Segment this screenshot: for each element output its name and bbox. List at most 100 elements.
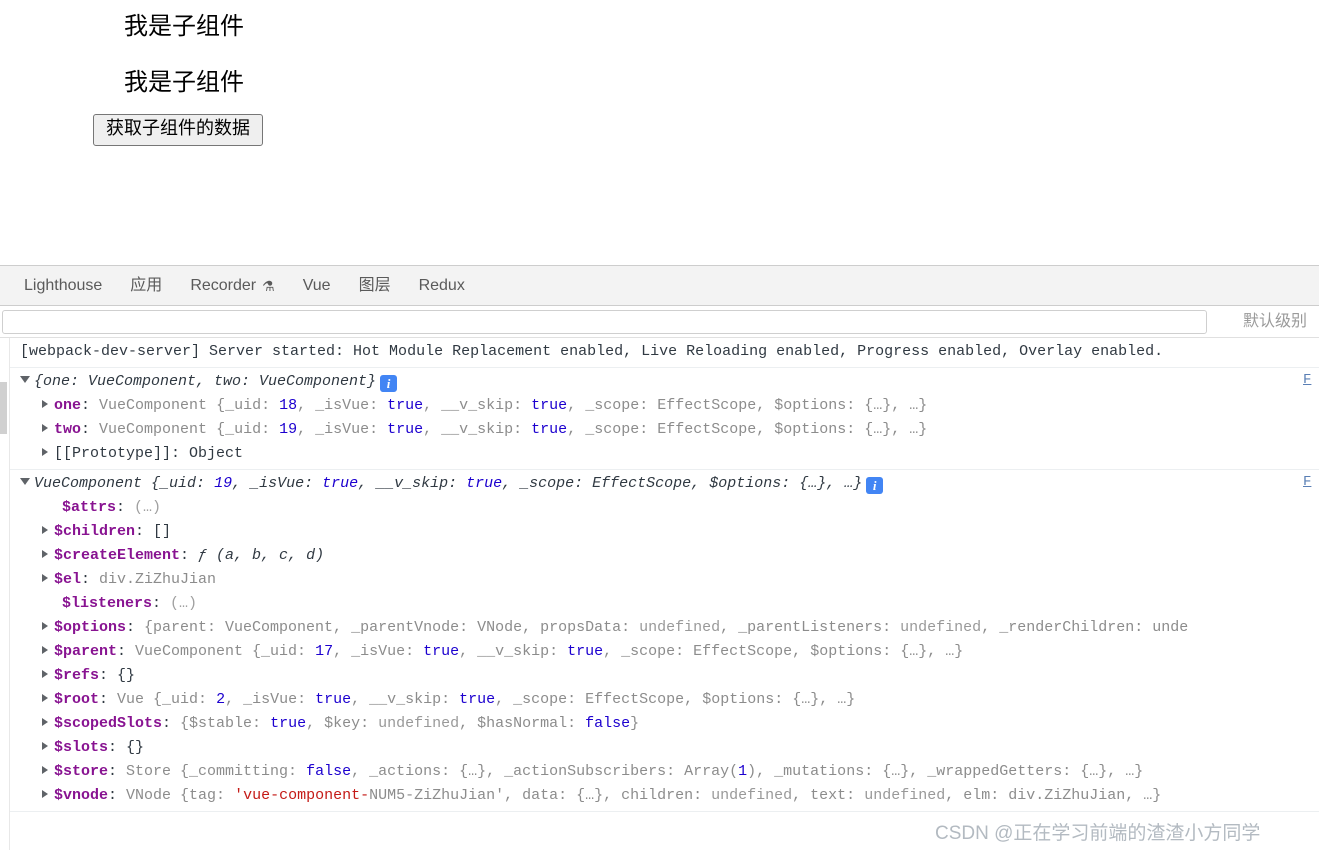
console-message-webpack: [webpack-dev-server] Server started: Hot… bbox=[0, 338, 1319, 368]
object-row[interactable]: $vnode: VNode {tag: 'vue-component-NUM5… bbox=[0, 784, 1319, 808]
property-value: {$stable: true, $key: undefined, $hasNor… bbox=[180, 715, 639, 732]
property-class: VueComponent bbox=[99, 421, 207, 438]
console-message-object-group-2[interactable]: F VueComponent {_uid: 19, _isVue: true, … bbox=[0, 470, 1319, 812]
object-group-1-header[interactable]: {one: VueComponent, two: VueComponent} i bbox=[0, 370, 1319, 394]
expand-arrow-icon[interactable] bbox=[20, 478, 30, 485]
tab-vue[interactable]: Vue bbox=[289, 266, 345, 306]
object-row[interactable]: $attrs: (…) bbox=[0, 496, 1319, 520]
object-row-two[interactable]: two: VueComponent {_uid: 19, _isVue: tru… bbox=[0, 418, 1319, 442]
source-link-1[interactable]: F bbox=[1303, 372, 1319, 388]
expand-arrow-icon[interactable] bbox=[42, 790, 48, 798]
info-icon[interactable]: i bbox=[866, 477, 883, 494]
tab-lighthouse[interactable]: Lighthouse bbox=[10, 266, 116, 306]
expand-arrow-icon[interactable] bbox=[20, 376, 30, 383]
tab-recorder-label: Recorder bbox=[190, 266, 256, 306]
property-name: $attrs bbox=[62, 499, 116, 516]
tab-application-label: 应用 bbox=[130, 266, 162, 306]
object-row[interactable]: $el: div.ZiZhuJian bbox=[0, 568, 1319, 592]
devtools-panel: Lighthouse 应用 Recorder ⚗ Vue 图层 Redux 默认… bbox=[0, 265, 1319, 850]
property-value: (…) bbox=[134, 499, 161, 516]
property-value: {} bbox=[117, 667, 135, 684]
console-message-text: [webpack-dev-server] Server started: Hot… bbox=[0, 340, 1319, 364]
tab-application[interactable]: 应用 bbox=[116, 266, 176, 306]
tab-lighthouse-label: Lighthouse bbox=[24, 266, 102, 306]
property-value: ƒ (a, b, c, d) bbox=[198, 547, 324, 564]
property-value: {_uid: 18, _isVue: true, __v_skip: true,… bbox=[216, 397, 927, 414]
object-row[interactable]: $store: Store {_committing: false, _acti… bbox=[0, 760, 1319, 784]
object-row[interactable]: $slots: {} bbox=[0, 736, 1319, 760]
expand-arrow-icon[interactable] bbox=[42, 424, 48, 432]
info-icon[interactable]: i bbox=[380, 375, 397, 392]
tab-vue-label: Vue bbox=[303, 266, 331, 306]
tab-redux[interactable]: Redux bbox=[405, 266, 479, 306]
property-name: $refs bbox=[54, 667, 99, 684]
tab-recorder[interactable]: Recorder ⚗ bbox=[176, 266, 288, 306]
expand-arrow-icon[interactable] bbox=[42, 694, 48, 702]
expand-arrow-icon[interactable] bbox=[42, 718, 48, 726]
expand-arrow-icon[interactable] bbox=[42, 766, 48, 774]
child-component-heading-1: 我是子组件 bbox=[124, 6, 244, 41]
source-link-2[interactable]: F bbox=[1303, 474, 1319, 490]
property-name: $createElement bbox=[54, 547, 180, 564]
app-viewport: 我是子组件 我是子组件 获取子组件的数据 bbox=[0, 0, 1319, 265]
console-scrollbar-thumb[interactable] bbox=[0, 382, 7, 434]
tab-layers[interactable]: 图层 bbox=[345, 266, 405, 306]
expand-arrow-icon[interactable] bbox=[42, 670, 48, 678]
console-filter-input[interactable] bbox=[2, 310, 1207, 334]
property-name: $vnode bbox=[54, 787, 108, 804]
object-preview: {one: VueComponent, two: VueComponent} bbox=[34, 373, 376, 390]
object-preview: {_uid: 19, _isVue: true, __v_skip: true,… bbox=[151, 475, 862, 492]
expand-arrow-icon[interactable] bbox=[42, 574, 48, 582]
tab-redux-label: Redux bbox=[419, 266, 465, 306]
property-name: $store bbox=[54, 763, 108, 780]
property-name: $options bbox=[54, 619, 126, 636]
screenshot-root: 我是子组件 我是子组件 获取子组件的数据 Lighthouse 应用 Recor… bbox=[0, 0, 1319, 850]
child-component-heading-2: 我是子组件 bbox=[124, 62, 244, 97]
object-row[interactable]: $refs: {} bbox=[0, 664, 1319, 688]
get-child-data-button[interactable]: 获取子组件的数据 bbox=[93, 114, 263, 146]
object-row-prototype[interactable]: [[Prototype]]: Object bbox=[0, 442, 1319, 466]
object-row[interactable]: $listeners: (…) bbox=[0, 592, 1319, 616]
object-row[interactable]: $root: Vue {_uid: 2, _isVue: true, __v_s… bbox=[0, 688, 1319, 712]
object-row[interactable]: $parent: VueComponent {_uid: 17, _isVue:… bbox=[0, 640, 1319, 664]
object-group-2-header[interactable]: VueComponent {_uid: 19, _isVue: true, __… bbox=[0, 472, 1319, 496]
object-row[interactable]: $scopedSlots: {$stable: true, $key: unde… bbox=[0, 712, 1319, 736]
console-filter-bar: 默认级别 bbox=[0, 306, 1319, 338]
object-row[interactable]: $options: {parent: VueComponent, _parent… bbox=[0, 616, 1319, 640]
property-name: $listeners bbox=[62, 595, 152, 612]
prototype-label: [[Prototype]]: Object bbox=[54, 445, 243, 462]
property-name: $children bbox=[54, 523, 135, 540]
expand-arrow-icon[interactable] bbox=[42, 448, 48, 456]
property-value: Store {_committing: false, _actions: {…}… bbox=[126, 763, 1143, 780]
property-value: {_uid: 19, _isVue: true, __v_skip: true,… bbox=[216, 421, 927, 438]
expand-arrow-icon[interactable] bbox=[42, 550, 48, 558]
property-name: one bbox=[54, 397, 81, 414]
property-value: Vue {_uid: 2, _isVue: true, __v_skip: tr… bbox=[117, 691, 855, 708]
flask-icon: ⚗ bbox=[262, 279, 275, 293]
property-name: $root bbox=[54, 691, 99, 708]
property-value: div.ZiZhuJian bbox=[99, 571, 216, 588]
expand-arrow-icon[interactable] bbox=[42, 742, 48, 750]
property-value: VueComponent {_uid: 17, _isVue: true, __… bbox=[135, 643, 963, 660]
object-row[interactable]: $createElement: ƒ (a, b, c, d) bbox=[0, 544, 1319, 568]
property-name: $el bbox=[54, 571, 81, 588]
property-value: {parent: VueComponent, _parentVnode: VNo… bbox=[144, 619, 1188, 636]
object-class-name: VueComponent bbox=[34, 475, 142, 492]
tab-layers-label: 图层 bbox=[359, 266, 391, 306]
expand-arrow-icon[interactable] bbox=[42, 526, 48, 534]
console-output[interactable]: [webpack-dev-server] Server started: Hot… bbox=[0, 338, 1319, 850]
devtools-tabbar: Lighthouse 应用 Recorder ⚗ Vue 图层 Redux bbox=[0, 266, 1319, 306]
property-value: {} bbox=[126, 739, 144, 756]
expand-arrow-icon[interactable] bbox=[42, 400, 48, 408]
property-value: (…) bbox=[170, 595, 197, 612]
property-value: VNode {tag: 'vue-component-NUM5-ZiZhuJi… bbox=[126, 787, 1161, 804]
property-name: $slots bbox=[54, 739, 108, 756]
object-row[interactable]: $children: [] bbox=[0, 520, 1319, 544]
object-row-one[interactable]: one: VueComponent {_uid: 18, _isVue: tru… bbox=[0, 394, 1319, 418]
console-message-object-group-1[interactable]: F {one: VueComponent, two: VueComponent}… bbox=[0, 368, 1319, 470]
property-name: $parent bbox=[54, 643, 117, 660]
expand-arrow-icon[interactable] bbox=[42, 646, 48, 654]
property-name: $scopedSlots bbox=[54, 715, 162, 732]
log-level-dropdown[interactable]: 默认级别 bbox=[1243, 310, 1307, 334]
expand-arrow-icon[interactable] bbox=[42, 622, 48, 630]
